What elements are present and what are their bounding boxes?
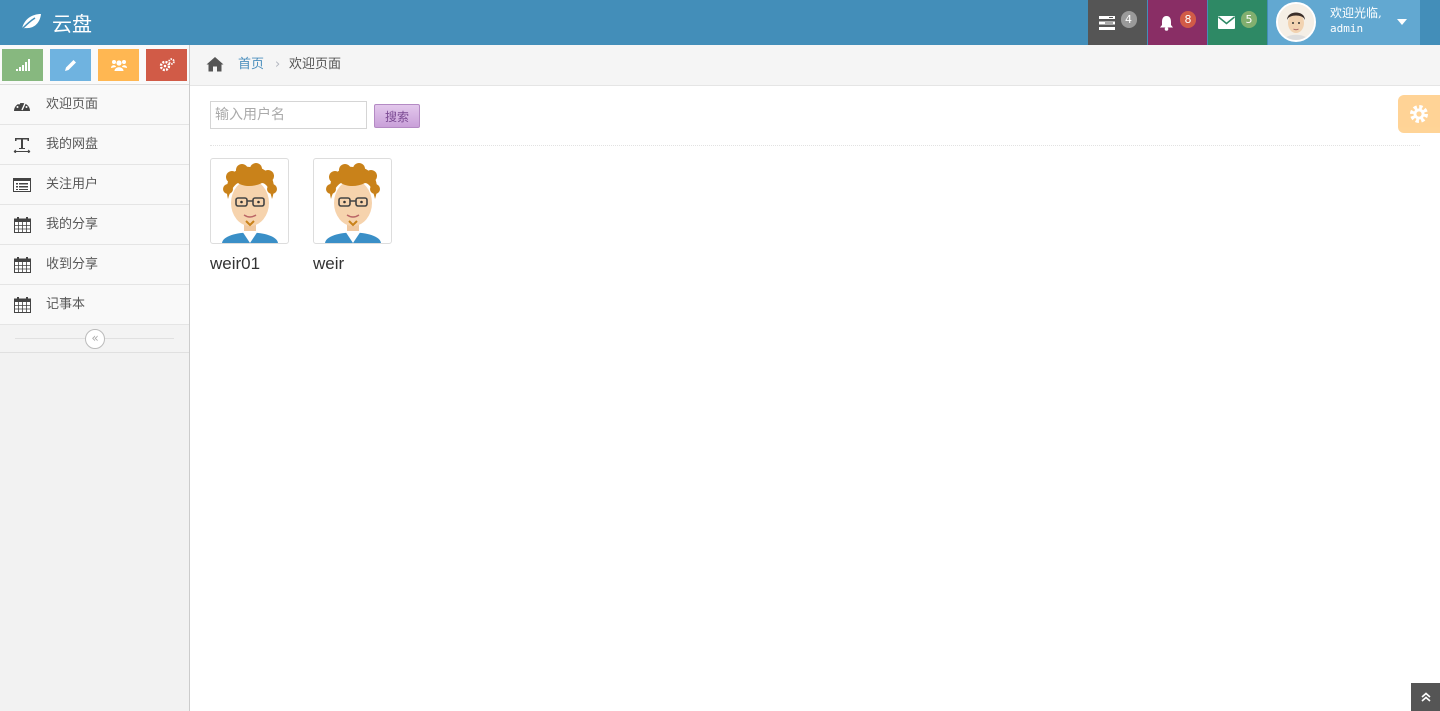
user-name[interactable]: weir01 bbox=[210, 254, 289, 274]
cogs-button[interactable] bbox=[146, 49, 187, 81]
welcome-text: 欢迎光临, bbox=[1330, 6, 1382, 20]
double-angle-up-icon bbox=[1420, 692, 1431, 702]
scroll-to-top-button[interactable] bbox=[1411, 683, 1440, 711]
group-icon bbox=[110, 59, 127, 71]
sidebar: 欢迎页面 我的网盘 关注用户 我的分享 收到分享 记事本 « bbox=[0, 45, 190, 711]
tasks-dropdown[interactable]: 4 bbox=[1088, 0, 1147, 45]
pencil-icon bbox=[65, 59, 76, 71]
breadcrumb-current: 欢迎页面 bbox=[289, 57, 342, 72]
notifications-dropdown[interactable]: 8 bbox=[1148, 0, 1207, 45]
user-avatar bbox=[1276, 2, 1316, 42]
user-menu-dropdown[interactable]: 欢迎光临, admin bbox=[1268, 0, 1420, 45]
text-width-icon bbox=[13, 136, 31, 154]
ace-settings-button[interactable] bbox=[1398, 95, 1440, 133]
divider bbox=[210, 145, 1420, 146]
sidebar-item-my-shares[interactable]: 我的分享 bbox=[0, 205, 189, 245]
user-card[interactable]: weir bbox=[313, 158, 392, 274]
sidebar-item-my-disk[interactable]: 我的网盘 bbox=[0, 125, 189, 165]
signal-icon bbox=[15, 59, 30, 71]
sidebar-item-welcome[interactable]: 欢迎页面 bbox=[0, 85, 189, 125]
sidebar-shortcuts bbox=[0, 45, 189, 85]
user-avatar-thumbnail[interactable] bbox=[313, 158, 392, 244]
username-search-input[interactable] bbox=[210, 101, 367, 129]
sidebar-item-label: 记事本 bbox=[46, 297, 86, 312]
brand[interactable]: 云盘 bbox=[20, 9, 92, 36]
list-alt-icon bbox=[13, 176, 31, 194]
sidebar-item-label: 我的网盘 bbox=[46, 137, 99, 152]
home-icon bbox=[206, 57, 224, 72]
sidebar-item-followed-users[interactable]: 关注用户 bbox=[0, 165, 189, 205]
envelope-icon bbox=[1218, 16, 1235, 29]
user-card[interactable]: weir01 bbox=[210, 158, 289, 274]
caret-down-icon bbox=[1397, 19, 1407, 25]
pencil-button[interactable] bbox=[50, 49, 91, 81]
messages-count-badge: 5 bbox=[1241, 11, 1257, 28]
tasks-icon bbox=[1098, 15, 1115, 30]
calendar-icon bbox=[13, 296, 31, 314]
breadcrumb-separator: › bbox=[275, 57, 281, 72]
top-navbar: 云盘 4 8 5 欢迎光临, admin bbox=[0, 0, 1440, 45]
sidebar-item-label: 关注用户 bbox=[46, 177, 99, 192]
calendar-icon bbox=[13, 256, 31, 274]
sidebar-item-label: 我的分享 bbox=[46, 217, 99, 232]
leaf-icon bbox=[20, 14, 41, 31]
sidebar-collapse: « bbox=[0, 325, 189, 353]
sidebar-item-received-shares[interactable]: 收到分享 bbox=[0, 245, 189, 285]
bell-icon bbox=[1160, 15, 1173, 31]
tasks-count-badge: 4 bbox=[1120, 11, 1137, 28]
group-button[interactable] bbox=[98, 49, 139, 81]
dashboard-icon bbox=[13, 96, 31, 114]
username: admin bbox=[1330, 22, 1364, 35]
user-name[interactable]: weir bbox=[313, 254, 392, 274]
messages-dropdown[interactable]: 5 bbox=[1208, 0, 1267, 45]
double-angle-left-icon[interactable]: « bbox=[85, 329, 105, 349]
breadcrumb-home-link[interactable]: 首页 bbox=[238, 56, 264, 74]
search-button[interactable]: 搜索 bbox=[374, 104, 420, 128]
gear-icon bbox=[1410, 105, 1428, 123]
sidebar-item-label: 收到分享 bbox=[46, 257, 99, 272]
signal-button[interactable] bbox=[2, 49, 43, 81]
notifications-count-badge: 8 bbox=[1180, 11, 1196, 28]
user-info: 欢迎光临, admin bbox=[1330, 6, 1382, 36]
breadcrumb: 首页 › 欢迎页面 bbox=[190, 45, 1440, 86]
sidebar-item-label: 欢迎页面 bbox=[46, 97, 99, 112]
brand-title: 云盘 bbox=[52, 11, 92, 36]
calendar-icon bbox=[13, 216, 31, 234]
cogs-icon bbox=[159, 58, 175, 72]
sidebar-item-notebook[interactable]: 记事本 bbox=[0, 285, 189, 325]
user-avatar-thumbnail[interactable] bbox=[210, 158, 289, 244]
